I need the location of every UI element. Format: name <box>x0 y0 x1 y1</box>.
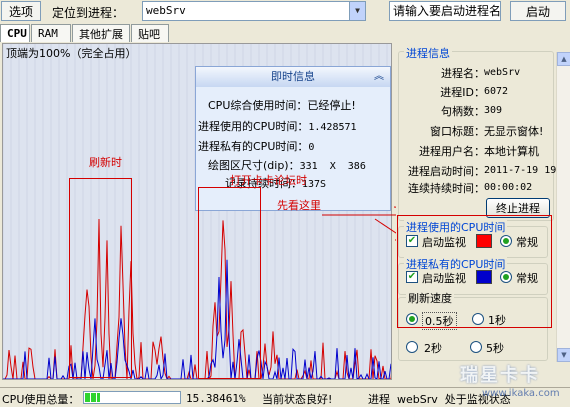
info-panel-header[interactable]: 即时信息 ︽ <box>196 67 390 87</box>
annotation-box-refresh <box>69 178 132 378</box>
duration-label: 连续持续时间： <box>408 182 485 195</box>
process-name-label: 进程名： <box>441 67 485 80</box>
process-user-label: 进程用户名： <box>419 145 485 158</box>
options-button[interactable]: 选项 <box>1 1 41 21</box>
collapse-icon[interactable]: ︽ <box>374 67 384 87</box>
info-row-value: 331 X 386 <box>299 161 366 172</box>
annotation-box-monitor <box>397 215 552 328</box>
process-name-value: webSrv <box>484 67 521 78</box>
start-process-input[interactable]: 请输入要启动进程名 <box>389 1 501 21</box>
chevron-down-icon[interactable]: ▼ <box>349 2 365 20</box>
watermark: 瑞星卡卡 www.ikaka.com <box>448 361 570 407</box>
locate-label: 定位到进程： <box>52 6 125 20</box>
process-select-value: webSrv <box>146 4 186 17</box>
process-select[interactable]: webSrv ▼ <box>142 1 366 21</box>
info-row-label: CPU综合使用时间： <box>208 99 308 112</box>
cpu-total-label: CPU使用总量： <box>2 393 80 406</box>
right-panel: 进程信息 进程名： webSrv 进程ID： 6072 句柄数： 309 窗口标… <box>396 43 570 380</box>
tab-bar: CPU RAM 其他扩展 贴吧 <box>0 24 170 42</box>
right-panel-scrollbar[interactable]: ▲ ▼ <box>556 52 570 362</box>
tab-ram[interactable]: RAM <box>31 24 71 42</box>
process-user-value: 本地计算机 <box>484 145 539 158</box>
refresh-2s-radio[interactable] <box>406 341 418 353</box>
watermark-brand: 瑞星卡卡 <box>460 365 540 386</box>
info-panel-title: 即时信息 <box>271 70 315 83</box>
process-id-value: 6072 <box>484 86 509 97</box>
watermark-url: www.ikaka.com <box>482 388 560 399</box>
annotation-refresh: 刷新时 <box>89 156 122 169</box>
info-row: CPU综合使用时间：已经停止! <box>208 97 356 113</box>
handle-count-label: 句柄数： <box>441 105 485 118</box>
tab-tieba[interactable]: 贴吧 <box>131 24 169 42</box>
cpu-total-progress-fill <box>85 393 100 402</box>
scroll-up-icon[interactable]: ▲ <box>557 52 570 66</box>
info-row-label: 绘图区尺寸(dip)： <box>208 159 300 172</box>
info-row: 进程使用的CPU时间：1.428571 <box>198 118 357 134</box>
handle-count-value: 309 <box>484 105 503 116</box>
toolbar: 选项 定位到进程： webSrv ▼ 请输入要启动进程名 启动 <box>0 0 570 24</box>
process-id-label: 进程ID： <box>440 86 485 99</box>
scroll-down-icon[interactable]: ▼ <box>557 348 570 362</box>
refresh-5s-label: 5秒 <box>486 342 504 355</box>
window-title-label: 窗口标题： <box>430 125 485 138</box>
annotation-open-forum: 打开卡卡论坛时 <box>230 174 307 187</box>
annotation-box-forum <box>198 187 261 379</box>
start-button[interactable]: 启动 <box>510 1 566 21</box>
info-row-label: 进程使用的CPU时间： <box>198 120 309 133</box>
refresh-2s-label: 2秒 <box>424 342 442 355</box>
status-state: 当前状态良好! <box>262 393 333 406</box>
annotation-look-here: 先看这里 <box>277 199 321 212</box>
duration-value: 00:00:02 <box>484 182 533 193</box>
info-row-label: 进程私有的CPU时间： <box>198 140 309 153</box>
cpu-total-value: 15.38461% <box>186 392 246 405</box>
info-row-value: 1.428571 <box>308 122 357 133</box>
tab-extensions[interactable]: 其他扩展 <box>72 24 130 42</box>
window-title-value: 无显示窗体! <box>484 125 544 138</box>
info-row-value: 0 <box>308 142 315 153</box>
cpu-total-progress <box>83 391 181 404</box>
refresh-5s-radio[interactable] <box>470 341 482 353</box>
info-row-value: 已经停止! <box>307 99 356 112</box>
info-row: 绘图区尺寸(dip)：331 X 386 <box>208 157 366 173</box>
process-info-title: 进程信息 <box>404 45 452 61</box>
info-row: 进程私有的CPU时间：0 <box>198 138 314 154</box>
tab-cpu[interactable]: CPU <box>0 24 30 42</box>
graph-top-label: 顶端为100%（完全占用） <box>6 47 137 60</box>
start-time-label: 进程启动时间： <box>408 165 485 178</box>
